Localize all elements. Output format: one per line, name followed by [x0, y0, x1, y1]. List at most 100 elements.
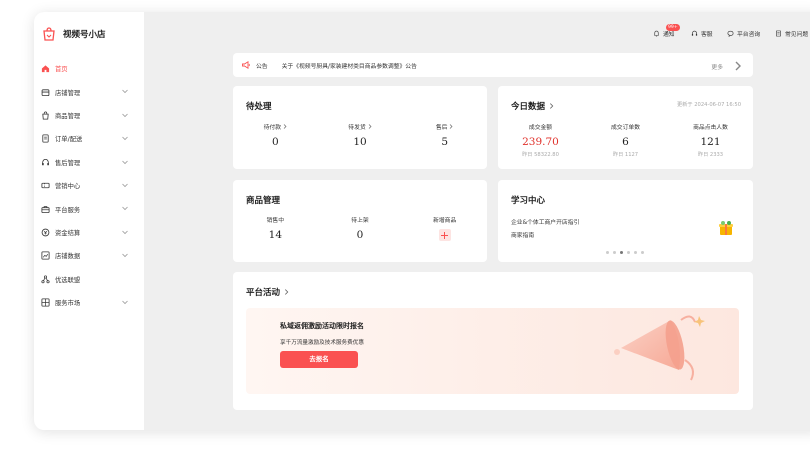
sidebar-item-label: 优选联盟 — [55, 276, 81, 284]
stat-yesterday: 昨日 2333 — [697, 152, 724, 158]
activity-card: 平台活动 私域返佣激励活动限时报名 享千万流量激励及技术服务费优惠 去报名 — [233, 272, 753, 410]
gift-illustration-icon — [719, 221, 733, 235]
stat-label: 待上架 — [351, 218, 369, 224]
chevron-down-icon — [122, 113, 128, 117]
sidebar-item-aftersale[interactable]: 售后管理 — [34, 151, 144, 174]
today-stats: 成交金额 239.70 昨日 58322.80 成交订单数 6 昨日 1127 … — [498, 122, 753, 158]
stat-label: 销售中 — [266, 218, 285, 224]
customer-service-button[interactable]: 客服 — [691, 29, 713, 38]
banner-title: 私域返佣激励活动限时报名 — [280, 322, 364, 330]
stat-value: 239.70 — [522, 136, 559, 148]
notice-more-link[interactable]: 更多 — [711, 61, 743, 71]
home-icon — [41, 65, 50, 73]
stat-label: 新增商品 — [433, 218, 457, 224]
stat-value: 6 — [622, 136, 629, 148]
bag-icon — [42, 111, 49, 120]
grid-icon — [41, 298, 50, 307]
today-item-orders: 成交订单数 6 昨日 1127 — [583, 122, 668, 158]
megaphone-icon — [242, 60, 250, 70]
stat-value: 0 — [356, 229, 364, 241]
notice-text[interactable]: 关于《视频号厨具/家装建材类目商品参数调整》公告 — [282, 61, 417, 70]
stat-value: 121 — [700, 136, 721, 148]
stat-value: 0 — [271, 136, 279, 148]
customer-service-label: 客服 — [701, 32, 713, 38]
learning-link-merchant[interactable]: 商家指南 — [511, 230, 534, 239]
shop-name: 视频号小店 — [63, 30, 106, 40]
signup-button[interactable]: 去报名 — [280, 351, 358, 368]
sidebar-item-label: 售后管理 — [55, 159, 81, 167]
pending-item-unpaid[interactable]: 待付款 0 — [233, 122, 318, 148]
sidebar-item-label: 店铺数据 — [55, 253, 81, 261]
chevron-right-icon — [550, 103, 554, 109]
sidebar-item-label: 服务市场 — [55, 300, 81, 308]
chevron-right-icon — [368, 124, 372, 129]
activity-title-text: 平台活动 — [246, 288, 281, 298]
document-icon — [776, 30, 781, 37]
carousel-dot[interactable] — [627, 251, 630, 254]
learning-card: 学习中心 企业&个体工商户开店指引 商家指南 — [498, 180, 753, 262]
goods-stats: 销售中 14 待上架 0 新增商品 — [233, 215, 487, 245]
carousel-dot[interactable] — [634, 251, 637, 254]
goods-item-on-sale[interactable]: 销售中 14 — [233, 215, 318, 245]
chevron-down-icon — [122, 136, 128, 141]
sidebar-item-home[interactable]: 首页 — [34, 57, 144, 80]
carousel-dot-active[interactable] — [620, 251, 623, 254]
headset-icon — [42, 158, 49, 166]
faq-button[interactable]: 常见问题 — [775, 29, 808, 38]
store-icon — [41, 88, 50, 96]
brand[interactable]: 视频号小店 — [42, 27, 106, 41]
platform-consult-button[interactable]: 平台咨询 — [727, 29, 760, 38]
chevron-down-icon — [122, 183, 128, 188]
sidebar-item-marketing[interactable]: 营销中心 — [34, 174, 144, 197]
ticket-icon — [41, 182, 50, 189]
chevron-right-icon — [285, 289, 289, 295]
coin-icon — [41, 228, 50, 237]
goods-title: 商品管理 — [246, 194, 280, 206]
chevron-down-icon — [122, 300, 128, 304]
notify-button[interactable]: 通知 99+ — [653, 24, 680, 38]
sidebar-item-label: 订单/配送 — [55, 136, 83, 144]
today-title[interactable]: 今日数据 — [511, 100, 554, 112]
sidebar-item-alliance[interactable]: 优选联盟 — [34, 268, 144, 291]
sidebar-item-store-data[interactable]: 店铺数据 — [34, 244, 144, 267]
megaphone-illustration-icon — [614, 315, 705, 381]
shop-logo-icon — [43, 27, 55, 41]
pending-item-aftersale[interactable]: 售后 5 — [402, 122, 487, 148]
pending-stats: 待付款 0 待发货 10 售后 5 — [233, 122, 487, 148]
platform-consult-label: 平台咨询 — [737, 32, 761, 38]
sidebar-item-platform-service[interactable]: 平台服务 — [34, 197, 144, 220]
chevron-right-icon — [735, 61, 741, 71]
carousel-dot[interactable] — [606, 251, 609, 254]
carousel-dot[interactable] — [641, 251, 644, 254]
activity-banner[interactable]: 私域返佣激励活动限时报名 享千万流量激励及技术服务费优惠 去报名 — [246, 308, 739, 394]
stat-label: 商品点击人数 — [693, 125, 728, 131]
carousel-dots — [606, 251, 644, 254]
chevron-right-icon — [283, 124, 287, 129]
sidebar: 视频号小店 首页 店铺管理 商品管理 订单/配送 售后管理 营销中心 平台服务 … — [34, 12, 144, 430]
notice-bar[interactable]: 公告 关于《视频号厨具/家装建材类目商品参数调整》公告 更多 — [233, 53, 753, 77]
main-content: 通知 99+ 客服 平台咨询 常见问题 公告 关于《视频号厨具/家装建材类目商品… — [144, 12, 810, 430]
learning-link-guide[interactable]: 企业&个体工商户开店指引 — [511, 217, 579, 226]
activity-title[interactable]: 平台活动 — [246, 286, 289, 298]
topbar: 通知 99+ 客服 平台咨询 常见问题 — [144, 12, 810, 50]
sidebar-item-goods[interactable]: 商品管理 — [34, 104, 144, 127]
pending-card: 待处理 待付款 0 待发货 10 售后 5 — [233, 86, 487, 169]
banner-subtitle: 享千万流量激励及技术服务费优惠 — [280, 340, 364, 346]
order-icon — [42, 134, 49, 143]
sidebar-item-service-market[interactable]: 服务市场 — [34, 291, 144, 314]
sidebar-item-orders[interactable]: 订单/配送 — [34, 127, 144, 150]
carousel-dot[interactable] — [613, 251, 616, 254]
goods-item-pending-listing[interactable]: 待上架 0 — [318, 215, 403, 245]
stat-label: 待付款 — [263, 125, 282, 131]
pending-title: 待处理 — [246, 100, 272, 112]
goods-title-text: 商品管理 — [246, 196, 281, 206]
stat-yesterday: 昨日 1127 — [612, 152, 639, 158]
chevron-down-icon — [122, 207, 128, 211]
sidebar-item-store[interactable]: 店铺管理 — [34, 80, 144, 103]
today-item-gmv: 成交金额 239.70 昨日 58322.80 — [498, 122, 583, 158]
notify-badge: 99+ — [666, 24, 680, 31]
add-goods-button[interactable]: 新增商品 — [402, 215, 487, 245]
learning-title: 学习中心 — [511, 194, 545, 206]
sidebar-item-settlement[interactable]: 资金结算 — [34, 221, 144, 244]
pending-item-to-ship[interactable]: 待发货 10 — [318, 122, 403, 148]
